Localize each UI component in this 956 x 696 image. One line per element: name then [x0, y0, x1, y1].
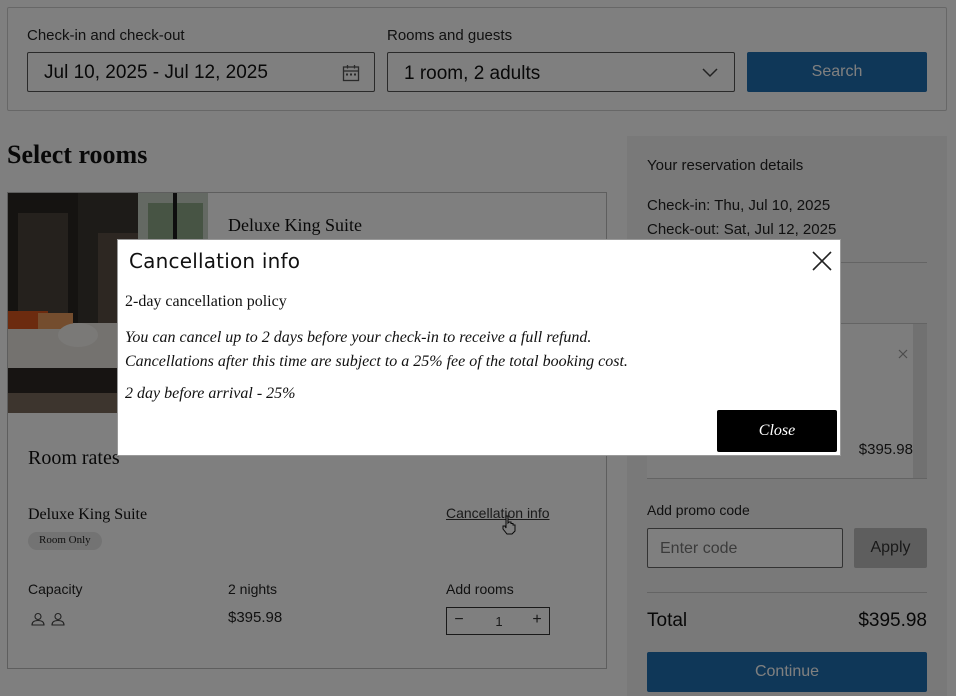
- policy-rule: 2 day before arrival - 25%: [125, 385, 296, 402]
- modal-title: Cancellation info: [129, 249, 301, 273]
- cancellation-modal: Cancellation info 2-day cancellation pol…: [117, 239, 841, 456]
- close-icon[interactable]: [811, 250, 833, 272]
- policy-description-line: You can cancel up to 2 days before your …: [125, 329, 592, 346]
- policy-name: 2-day cancellation policy: [125, 293, 287, 310]
- policy-description-line: Cancellations after this time are subjec…: [125, 353, 628, 370]
- close-button[interactable]: Close: [717, 410, 837, 452]
- policy-description: You can cancel up to 2 days before your …: [125, 326, 825, 374]
